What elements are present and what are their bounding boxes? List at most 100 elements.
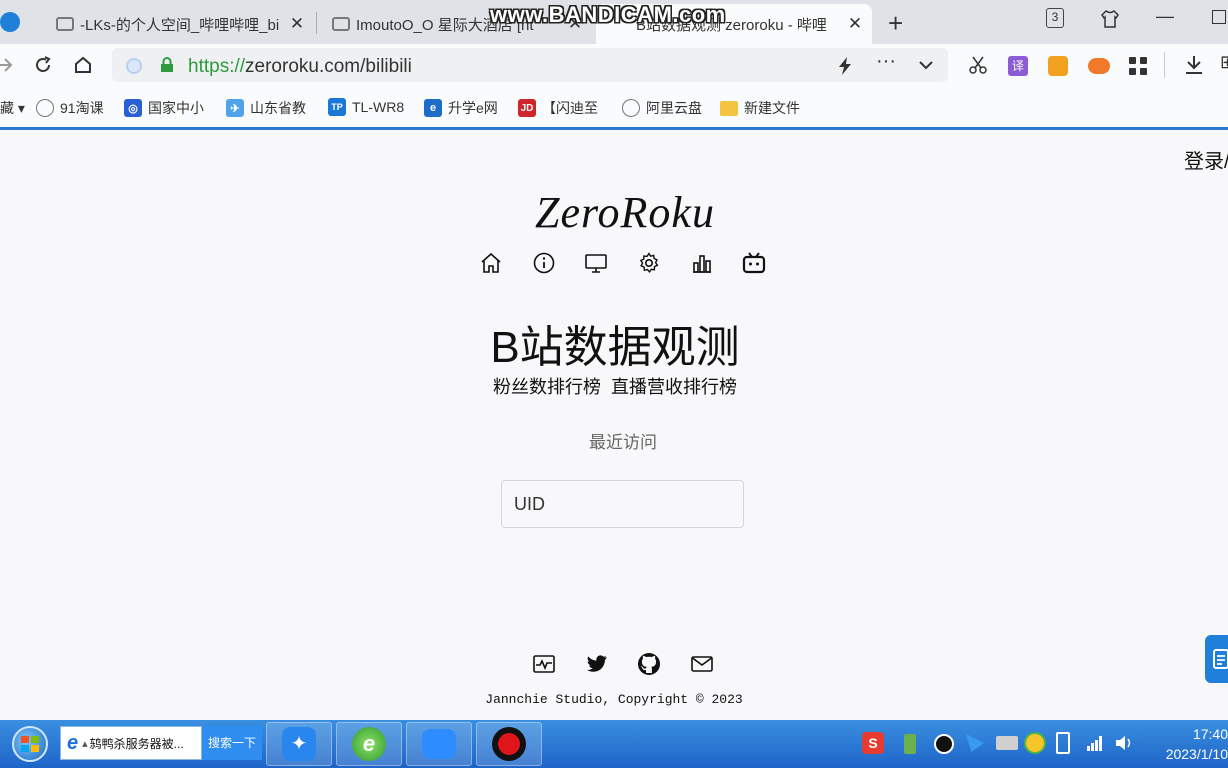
mail-icon[interactable] <box>690 652 714 676</box>
maximize-button[interactable] <box>1212 10 1226 24</box>
folder-icon <box>720 100 738 116</box>
status-activity-icon[interactable] <box>532 652 556 676</box>
skin-icon[interactable] <box>1100 9 1120 29</box>
monitor-icon[interactable] <box>584 251 608 275</box>
windows-taskbar: e ▴ 鸫鸭杀服务器被... 搜索一下 ✦ e S 17:40 2023/1/1… <box>0 720 1228 768</box>
volume-icon[interactable] <box>1114 734 1134 752</box>
close-icon[interactable]: ✕ <box>288 14 306 34</box>
gear-icon[interactable] <box>637 251 661 275</box>
document-icon <box>1213 649 1228 669</box>
feishu-tray-icon[interactable] <box>966 734 984 752</box>
reload-button[interactable] <box>30 52 56 78</box>
bookmark-item[interactable]: ◎ 国家中小 <box>124 98 204 118</box>
bookmark-label: 国家中小 <box>148 100 204 116</box>
more-icon[interactable]: ··· <box>876 50 896 73</box>
bookmark-label: 阿里云盘 <box>646 100 702 116</box>
bookmark-item[interactable]: 阿里云盘 <box>622 98 702 118</box>
bookmark-item[interactable]: JD 【闪迪至 <box>518 98 598 118</box>
github-icon[interactable] <box>637 652 661 676</box>
taskbar-app-bandicam[interactable] <box>476 722 542 766</box>
globe-icon <box>36 99 54 117</box>
url-text[interactable]: https://zeroroku.com/bilibili <box>188 56 412 78</box>
bookmark-label: 升学e网 <box>448 100 498 116</box>
twitter-icon[interactable] <box>584 652 608 676</box>
bookmark-label: 新建文件 <box>744 100 800 116</box>
bookmark-item[interactable]: 新建文件 <box>720 98 800 118</box>
reload-icon <box>36 56 51 72</box>
system-clock[interactable]: 17:40 2023/1/10 <box>1150 724 1228 764</box>
start-button[interactable] <box>12 726 48 762</box>
minimize-button[interactable]: — <box>1156 6 1174 27</box>
windows-logo-icon <box>21 736 39 752</box>
bookmark-item[interactable]: ✈ 山东省教 <box>226 98 306 118</box>
bar-chart-icon[interactable] <box>690 251 714 275</box>
site-logo[interactable]: ZeroRoku <box>500 187 750 238</box>
translate-icon[interactable]: 译 <box>1008 56 1028 76</box>
home-button[interactable] <box>70 52 96 78</box>
tab-label: -LKs-的个人空间_哔哩哔哩_bi <box>80 16 280 34</box>
green-browser-icon: e <box>352 727 386 761</box>
uid-input[interactable] <box>501 480 744 528</box>
browser-logo-icon[interactable] <box>0 12 20 32</box>
tab-lks-space[interactable]: -LKs-的个人空间_哔哩哔哩_bi ✕ <box>48 4 314 44</box>
blue-app-icon: ◎ <box>124 99 142 117</box>
shield-extension-icon[interactable] <box>1048 56 1068 76</box>
bookmark-item[interactable]: 91淘课 <box>36 98 104 118</box>
jd-icon: JD <box>518 99 536 117</box>
bilibili-tv-icon[interactable] <box>742 251 766 275</box>
record-icon <box>492 727 526 761</box>
record-tray-icon[interactable] <box>934 734 954 754</box>
network-share-icon[interactable] <box>996 736 1018 750</box>
login-link[interactable]: 登录/ <box>1184 145 1228 174</box>
signal-icon[interactable] <box>1086 734 1104 752</box>
scissors-icon[interactable] <box>968 55 988 75</box>
e-icon: e <box>424 99 442 117</box>
arrow-right-icon <box>0 58 13 72</box>
forward-button[interactable] <box>0 52 18 78</box>
bird-icon: ✈ <box>226 99 244 117</box>
lightning-icon[interactable] <box>836 56 854 76</box>
copyright-text: Jannchie Studio, Copyright © 2023 <box>485 692 743 707</box>
bookmark-item[interactable]: TP TL-WR8 <box>328 98 404 116</box>
lock-icon <box>161 57 173 72</box>
bookmarks-menu-chevron[interactable]: 藏 ▾ <box>0 98 25 118</box>
clock-date: 2023/1/10 <box>1165 746 1228 762</box>
device-tray-icon[interactable] <box>1056 732 1070 754</box>
tab-count-badge[interactable]: 3 <box>1046 8 1064 28</box>
side-panel-button[interactable] <box>1205 635 1228 683</box>
taskbar-search-box[interactable]: e ▴ 鸫鸭杀服务器被... <box>60 726 202 760</box>
bilibili-icon <box>332 17 350 31</box>
live-revenue-ranking-link[interactable]: 直播营收排行榜 <box>611 377 737 397</box>
ranking-links: 粉丝数排行榜 直播营收排行榜 <box>400 373 830 399</box>
video-camera-icon <box>422 729 456 759</box>
page-title: B站数据观测 <box>490 323 740 372</box>
taskbar-app-feishu[interactable]: ✦ <box>266 722 332 766</box>
close-icon[interactable]: ✕ <box>846 14 864 34</box>
usb-icon[interactable] <box>904 734 916 754</box>
url-scheme: https:// <box>188 56 246 77</box>
taskbar-app-browser[interactable]: e <box>336 722 402 766</box>
bookmark-item[interactable]: e 升学e网 <box>424 98 498 118</box>
chevron-up-icon: ▴ <box>82 737 88 750</box>
bilibili-icon <box>56 17 74 31</box>
new-tab-button[interactable]: + <box>888 8 903 39</box>
gamepad-icon[interactable] <box>1088 58 1110 74</box>
taskbar-app-meeting[interactable] <box>406 722 472 766</box>
bookmark-label: TL-WR8 <box>352 99 405 115</box>
info-icon[interactable] <box>532 251 556 275</box>
search-text: 鸫鸭杀服务器被... <box>89 736 184 751</box>
address-bar[interactable]: https://zeroroku.com/bilibili ··· <box>112 48 948 82</box>
home-icon[interactable] <box>479 251 503 275</box>
bookmark-label: 91淘课 <box>60 100 104 116</box>
download-icon[interactable] <box>1184 54 1204 76</box>
sogou-ime-icon[interactable]: S <box>862 732 884 754</box>
search-button[interactable]: 搜索一下 <box>202 726 262 760</box>
chevron-down-icon[interactable] <box>918 59 934 71</box>
site-info-icon[interactable] <box>126 58 142 74</box>
security-tray-icon[interactable] <box>1024 732 1046 754</box>
apps-grid-icon[interactable] <box>1128 56 1148 76</box>
bandicam-watermark: www.BANDICAM.com <box>490 2 726 27</box>
bird-app-icon: ✦ <box>282 727 316 761</box>
fans-ranking-link[interactable]: 粉丝数排行榜 <box>493 377 601 397</box>
overflow-icon[interactable]: ⊞ <box>1220 52 1228 73</box>
